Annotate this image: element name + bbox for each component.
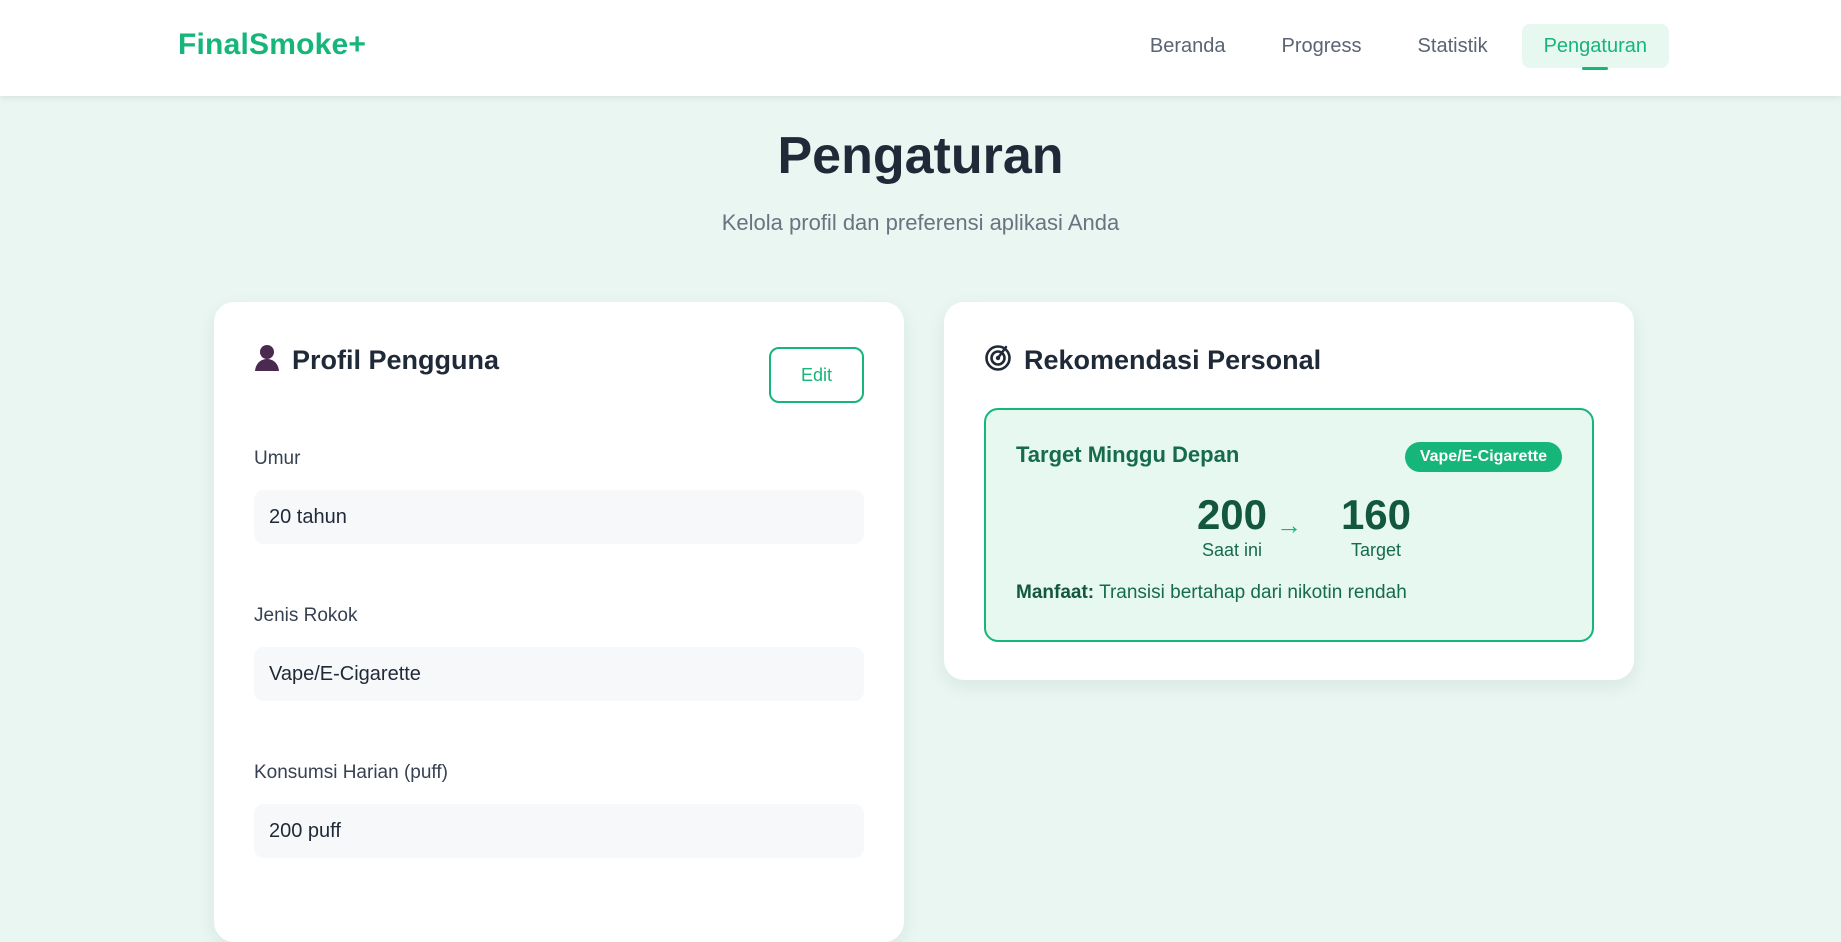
nav-item-progress[interactable]: Progress (1260, 24, 1384, 68)
field-value-konsumsi-harian[interactable]: 200 puff (254, 804, 864, 858)
target-stat: 160 Target (1316, 492, 1436, 561)
field-label-umur: Umur (254, 448, 301, 469)
field-value-jenis-rokok[interactable]: Vape/E-Cigarette (254, 647, 864, 701)
weekly-target-title: Target Minggu Depan (1016, 442, 1240, 467)
target-label: Target (1350, 540, 1402, 560)
current-value: 200 (1196, 491, 1268, 538)
main-nav: Beranda Progress Statistik Pengaturan (1128, 24, 1669, 70)
current-stat: 200 Saat ini (1172, 492, 1292, 561)
profile-card: Profil Pengguna Edit Umur 20 tahun Jenis… (214, 302, 904, 942)
target-value: 160 (1340, 491, 1412, 538)
user-icon (254, 344, 280, 377)
recommendation-card: Rekomendasi Personal Target Minggu Depan… (944, 302, 1634, 680)
field-label-konsumsi-harian: Konsumsi Harian (puff) (254, 762, 448, 783)
benefit-description: Transisi bertahap dari nikotin rendah (1099, 582, 1407, 603)
field-label-jenis-rokok: Jenis Rokok (254, 605, 358, 626)
edit-profile-button[interactable]: Edit (769, 347, 864, 403)
nav-item-pengaturan[interactable]: Pengaturan (1521, 24, 1669, 70)
weekly-target-box: Target Minggu Depan Vape/E-Cigarette 200… (984, 408, 1594, 642)
right-arrow-icon: → (1276, 510, 1302, 540)
profile-card-header: Profil Pengguna (254, 344, 499, 377)
nav-item-beranda[interactable]: Beranda (1128, 24, 1248, 68)
active-indicator (1582, 67, 1609, 70)
recommendation-card-title: Rekomendasi Personal (1024, 345, 1322, 375)
nav-item-statistik[interactable]: Statistik (1396, 24, 1510, 68)
page-subtitle: Kelola profil dan preferensi aplikasi An… (721, 210, 1120, 235)
top-navbar: FinalSmoke+ Beranda Progress Statistik P… (0, 0, 1841, 96)
recommendation-card-header: Rekomendasi Personal (984, 344, 1321, 377)
page-title: Pengaturan (777, 127, 1064, 185)
benefit-text: Manfaat: Transisi bertahap dari nikotin … (1016, 582, 1407, 604)
profile-card-title: Profil Pengguna (292, 345, 500, 375)
nav-item-label: Pengaturan (1543, 34, 1647, 57)
smoke-type-badge: Vape/E-Cigarette (1404, 442, 1562, 472)
current-label: Saat ini (1201, 540, 1263, 560)
target-icon (984, 344, 1012, 377)
benefit-label: Manfaat: (1016, 582, 1095, 603)
brand-logo[interactable]: FinalSmoke+ (178, 28, 366, 62)
field-value-umur[interactable]: 20 tahun (254, 490, 864, 544)
